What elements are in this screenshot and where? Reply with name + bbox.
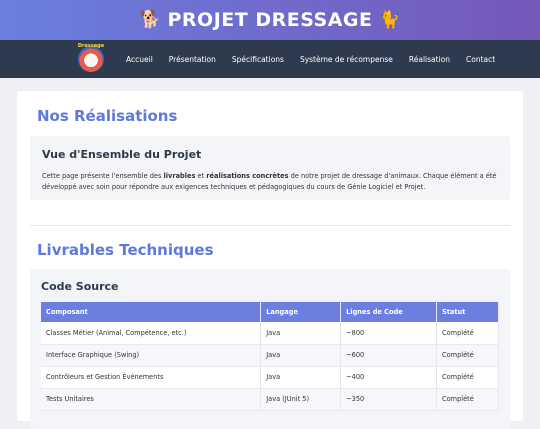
section-title-realisations: Nos Réalisations [37,107,178,125]
cell-statut: Complété [436,366,499,389]
overview-text: et [195,172,207,180]
table-row: Interface Graphique (Swing) Java ~600 Co… [41,344,499,367]
cell-statut: Complété [436,344,499,367]
cell-composant: Tests Unitaires [41,388,262,411]
cell-langage: Java [260,366,342,389]
column-header-lignes: Lignes de Code [340,302,438,322]
cell-lignes: ~400 [340,366,438,389]
site-title: PROJET DRESSAGE [167,9,373,31]
overview-paragraph: Cette page présente l'ensemble des livra… [42,171,498,193]
table-header-row: Composant Langage Lignes de Code Statut [41,302,499,322]
dog-icon: 🐕 [139,10,162,30]
cell-lignes: ~600 [340,344,438,367]
column-header-composant: Composant [41,302,262,322]
cell-lignes: ~800 [340,322,438,345]
page-header: 🐕 PROJET DRESSAGE 🐈 [0,0,540,40]
code-source-box: Code Source Composant Langage Lignes de … [30,269,510,429]
cell-langage: Java (JUnit 5) [260,388,342,411]
logo-icon[interactable]: Dressage [77,43,105,72]
overview-text: Cette page présente l'ensemble des [42,172,164,180]
main-navigation: Dressage Accueil Présentation Spécificat… [0,40,540,78]
logo-label: Dressage [77,43,105,49]
nav-link-contact[interactable]: Contact [466,55,495,64]
nav-link-accueil[interactable]: Accueil [126,55,153,64]
cell-composant: Contrôleurs et Gestion Événements [41,366,262,389]
cell-lignes: ~350 [340,388,438,411]
cell-langage: Java [260,322,342,345]
nav-link-recompense[interactable]: Système de récompense [300,55,393,64]
cat-icon: 🐈 [378,10,401,30]
cell-composant: Interface Graphique (Swing) [41,344,262,367]
cell-statut: Complété [436,388,499,411]
code-source-heading: Code Source [41,280,119,293]
table-row: Contrôleurs et Gestion Événements Java ~… [41,366,499,389]
nav-link-specifications[interactable]: Spécifications [232,55,284,64]
code-source-table: Composant Langage Lignes de Code Statut … [41,302,499,411]
overview-heading: Vue d'Ensemble du Projet [42,148,202,161]
content-card: Nos Réalisations Vue d'Ensemble du Proje… [17,91,523,429]
table-row: Tests Unitaires Java (JUnit 5) ~350 Comp… [41,388,499,411]
section-divider [30,225,510,226]
cell-statut: Complété [436,322,499,345]
section-title-livrables: Livrables Techniques [37,241,214,259]
overview-bold-realisations: réalisations concrètes [206,172,289,180]
cell-langage: Java [260,344,342,367]
cell-composant: Classes Métier (Animal, Compétence, etc.… [41,322,262,345]
overview-box: Vue d'Ensemble du Projet Cette page prés… [30,136,510,200]
nav-link-realisation[interactable]: Réalisation [409,55,450,64]
column-header-statut: Statut [436,302,499,322]
nav-link-presentation[interactable]: Présentation [169,55,216,64]
column-header-langage: Langage [260,302,342,322]
overview-bold-livrables: livrables [163,172,196,180]
table-row: Classes Métier (Animal, Compétence, etc.… [41,322,499,345]
